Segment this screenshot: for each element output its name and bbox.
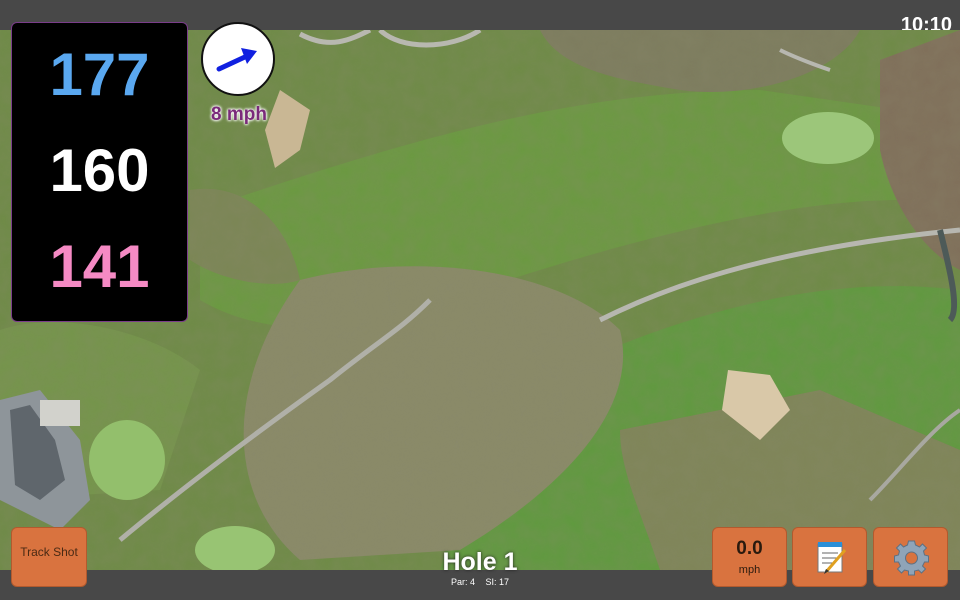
speed-button[interactable]: 0.0 mph [712, 527, 787, 587]
speed-value: 0.0 [736, 538, 763, 559]
wind-arrow-icon [216, 48, 257, 72]
wind-indicator[interactable] [201, 22, 275, 96]
speed-unit: mph [738, 564, 761, 576]
gear-icon [894, 540, 929, 576]
track-shot-label: Track Shot [20, 545, 78, 559]
hole-par: Par: 4 [450, 577, 475, 587]
hole-stroke-index: SI: 17 [485, 577, 510, 587]
wind-speed-label: 8 mph [211, 104, 267, 125]
hole-info: Par: 4 SI: 17 [380, 577, 580, 587]
distance-panel: 177 160 141 [11, 22, 188, 322]
hole-title: Hole 1 [442, 548, 518, 576]
settings-button[interactable] [873, 527, 948, 587]
notes-button[interactable] [792, 527, 867, 587]
front-distance: 141 [49, 233, 150, 300]
back-distance: 177 [49, 41, 150, 108]
track-shot-button[interactable]: Track Shot [11, 527, 87, 587]
notepad-icon [817, 542, 847, 574]
center-distance: 160 [49, 137, 150, 204]
